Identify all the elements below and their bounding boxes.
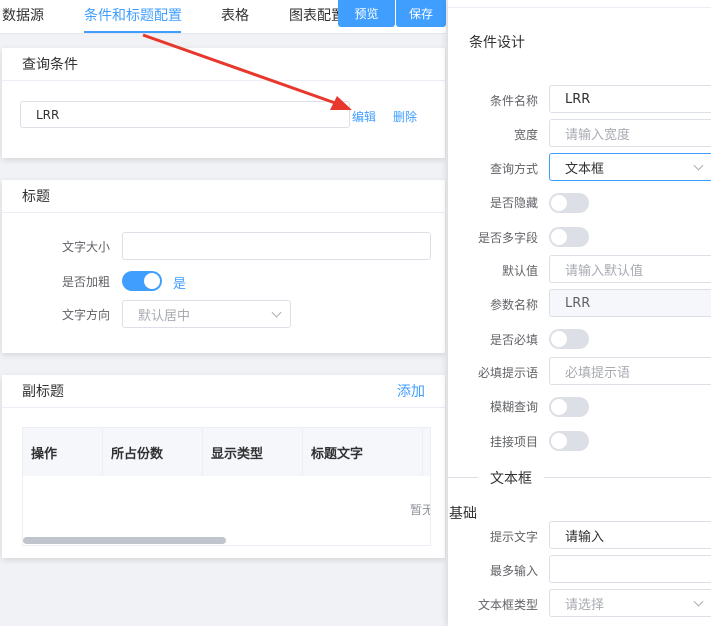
- textbox-type-select[interactable]: 请选择: [549, 589, 711, 617]
- add-subtitle-link[interactable]: 添加: [397, 381, 425, 401]
- annotation-arrow-icon: [142, 33, 352, 110]
- font-size-label: 文字大小: [61, 240, 110, 254]
- direction-placeholder: 默认居中: [138, 308, 191, 324]
- column-header: 所占份数: [103, 428, 203, 476]
- subtitle-card-heading: 副标题: [22, 384, 64, 400]
- max-length-label: 最多输入: [489, 564, 538, 578]
- condition-design-panel: 条件设计 条件名称 LRR 宽度 请输入宽度 查询方式 文本框 是否隐藏 是否多…: [448, 0, 711, 626]
- condition-design-title: 条件设计: [469, 35, 525, 51]
- basic-heading: 基础: [449, 506, 477, 522]
- chevron-down-icon: [693, 596, 704, 607]
- table-header-row: 操作 所占份数 显示类型 标题文字: [23, 428, 430, 476]
- chevron-down-icon: [271, 307, 282, 318]
- empty-text: 暂无: [410, 503, 430, 517]
- param-name-label: 参数名称: [489, 298, 538, 312]
- fuzzy-query-switch[interactable]: [549, 397, 589, 417]
- max-length-input[interactable]: [549, 555, 711, 583]
- default-value-input[interactable]: 请输入默认值: [549, 255, 711, 283]
- query-type-label: 查询方式: [489, 162, 538, 176]
- config-panel: 数据源 条件和标题配置 表格 图表配置 预览 保存 查询条件 LRR 编辑 删除…: [0, 0, 446, 626]
- hidden-label: 是否隐藏: [489, 196, 538, 210]
- chevron-down-icon: [693, 160, 704, 171]
- query-type-select[interactable]: 文本框: [549, 153, 711, 181]
- mount-project-label: 挂接项目: [489, 435, 538, 449]
- width-label: 宽度: [513, 128, 538, 142]
- column-header: 操作: [23, 428, 103, 476]
- required-switch[interactable]: [549, 329, 589, 349]
- width-input[interactable]: 请输入宽度: [549, 119, 711, 147]
- bold-switch-text: 是: [173, 277, 187, 292]
- bold-switch[interactable]: [122, 271, 162, 291]
- multi-field-label: 是否多字段: [477, 231, 538, 245]
- required-tip-label: 必填提示语: [477, 366, 538, 380]
- column-header: 标题文字: [303, 428, 423, 476]
- textbox-type-label: 文本框类型: [477, 598, 538, 612]
- required-tip-input[interactable]: 必填提示语: [549, 357, 711, 385]
- hint-text-input[interactable]: 请输入: [549, 521, 711, 549]
- required-label: 是否必填: [489, 333, 538, 347]
- subtitle-table: 操作 所占份数 显示类型 标题文字 暂无: [22, 427, 431, 546]
- multi-field-switch[interactable]: [549, 227, 589, 247]
- mount-project-switch[interactable]: [549, 431, 589, 451]
- condition-name-input[interactable]: LRR: [549, 85, 711, 113]
- hint-text-label: 提示文字: [489, 530, 538, 544]
- font-size-input[interactable]: [122, 232, 431, 260]
- hidden-switch[interactable]: [549, 193, 589, 213]
- direction-select[interactable]: 默认居中: [122, 300, 291, 328]
- textbox-divider-label: 文本框: [478, 468, 544, 488]
- column-header: 显示类型: [203, 428, 303, 476]
- default-value-label: 默认值: [501, 264, 538, 278]
- bold-label: 是否加粗: [61, 275, 110, 289]
- fuzzy-query-label: 模糊查询: [489, 400, 538, 414]
- condition-name-label: 条件名称: [489, 94, 538, 108]
- direction-label: 文字方向: [61, 308, 110, 322]
- title-card-heading: 标题: [22, 189, 50, 205]
- horizontal-scrollbar[interactable]: [23, 537, 226, 544]
- param-name-input: LRR: [549, 289, 711, 317]
